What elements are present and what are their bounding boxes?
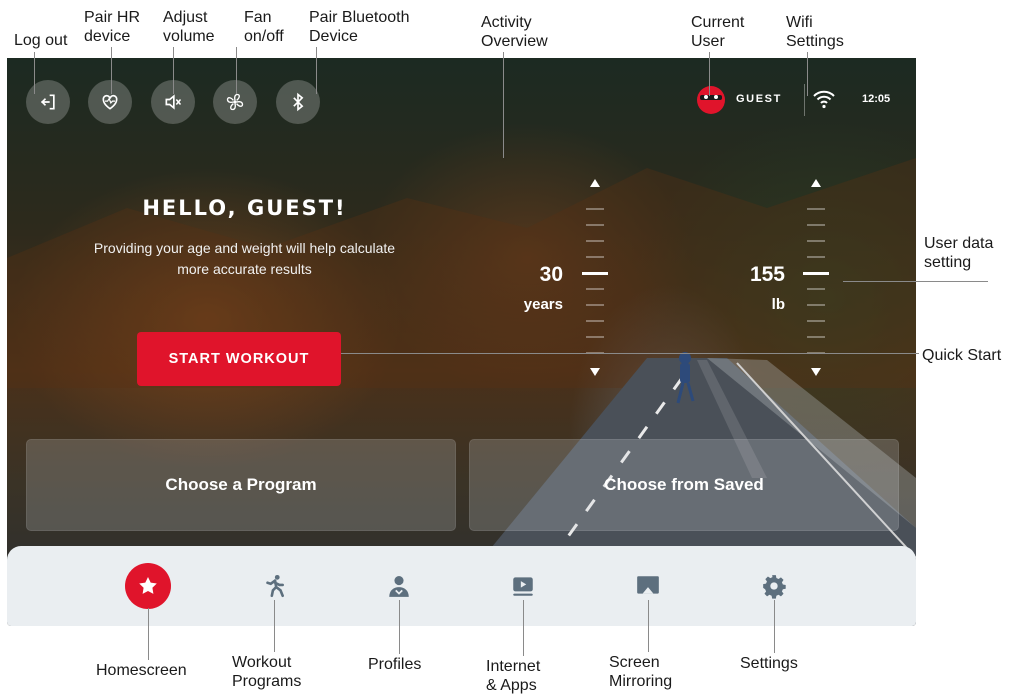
bluetooth-icon — [293, 92, 304, 112]
current-user-name[interactable]: GUEST — [736, 93, 782, 105]
age-tick — [586, 208, 604, 210]
logout-icon — [40, 94, 55, 110]
leader-activity-overview — [503, 52, 504, 158]
leader-user-data — [843, 281, 988, 282]
age-up-arrow[interactable] — [590, 179, 600, 187]
age-tick — [586, 304, 604, 306]
age-tick-active — [582, 272, 608, 275]
annotation-adjust-volume: Adjust volume — [163, 9, 215, 45]
start-workout-button[interactable]: START WORKOUT — [137, 332, 341, 386]
person-icon — [389, 576, 409, 597]
leader-current-user — [709, 52, 710, 96]
runner-icon — [266, 574, 284, 598]
age-tick — [586, 288, 604, 290]
star-icon — [139, 577, 157, 594]
screen-cast-icon — [637, 576, 659, 594]
age-value: 30 — [539, 263, 563, 286]
weight-unit: lb — [771, 296, 785, 313]
pair-hr-button[interactable] — [88, 80, 132, 124]
age-unit: years — [523, 296, 563, 313]
leader-volume — [173, 47, 174, 94]
age-tick — [586, 224, 604, 226]
annotation-user-data-setting: User data setting — [924, 235, 994, 271]
age-tick — [586, 320, 604, 322]
annotation-workout-programs: Workout Programs — [232, 654, 302, 690]
annotation-activity-overview: Activity Overview — [481, 14, 548, 50]
wifi-icon[interactable] — [813, 89, 835, 109]
fan-button[interactable] — [213, 80, 257, 124]
leader-screen-mirroring — [648, 600, 649, 652]
fan-icon — [226, 93, 244, 111]
age-tick — [586, 336, 604, 338]
annotation-internet-apps: Internet & Apps — [486, 658, 541, 694]
annotation-current-user: Current User — [691, 14, 745, 50]
weight-up-arrow[interactable] — [811, 179, 821, 187]
user-avatar-icon[interactable] — [697, 86, 725, 114]
age-tick — [586, 256, 604, 258]
choose-saved-card[interactable]: Choose from Saved — [469, 439, 899, 531]
leader-homescreen — [148, 608, 149, 660]
greeting-hint: Providing your age and weight will help … — [93, 240, 396, 277]
weight-tick — [807, 304, 825, 306]
play-icon — [513, 577, 533, 596]
annotation-log-out: Log out — [14, 32, 68, 49]
logout-button[interactable] — [26, 80, 70, 124]
weight-tick-active — [803, 272, 829, 275]
leader-pair-hr — [111, 47, 112, 94]
clock: 12:05 — [862, 93, 891, 105]
annotation-quick-start: Quick Start — [922, 347, 1002, 364]
leader-log-out — [34, 52, 35, 94]
device-screen: GUEST 12:05 HELLO, GUEST! Providing your… — [7, 58, 916, 626]
annotation-screen-mirroring: Screen Mirroring — [609, 654, 673, 690]
annotation-settings: Settings — [740, 655, 798, 672]
age-tick — [586, 240, 604, 242]
volume-mute-icon — [165, 94, 182, 110]
annotation-homescreen: Homescreen — [96, 662, 187, 679]
greeting-title: HELLO, GUEST! — [142, 196, 347, 220]
weight-tick — [807, 288, 825, 290]
leader-wifi — [807, 52, 808, 96]
weight-tick — [807, 208, 825, 210]
leader-workout-programs — [274, 600, 275, 652]
age-down-arrow[interactable] — [590, 368, 600, 376]
gear-icon — [763, 575, 786, 599]
annotation-wifi-settings: Wifi Settings — [786, 14, 844, 50]
leader-settings — [774, 600, 775, 653]
weight-tick — [807, 256, 825, 258]
status-divider — [804, 84, 805, 116]
bottom-navigation — [7, 546, 916, 626]
weight-tick — [807, 320, 825, 322]
weight-down-arrow[interactable] — [811, 368, 821, 376]
annotation-fan: Fan on/off — [244, 9, 284, 45]
leader-fan — [236, 47, 237, 94]
heart-rate-icon — [102, 94, 118, 110]
weight-value: 155 — [749, 263, 785, 286]
leader-profiles — [399, 600, 400, 654]
weight-tick — [807, 336, 825, 338]
leader-bluetooth — [316, 47, 317, 94]
annotation-pair-bluetooth: Pair Bluetooth Device — [309, 9, 410, 45]
weight-tick — [807, 240, 825, 242]
leader-quick-start — [341, 353, 919, 354]
bluetooth-button[interactable] — [276, 80, 320, 124]
weight-tick — [807, 224, 825, 226]
annotation-profiles: Profiles — [368, 656, 422, 673]
annotation-pair-hr: Pair HR device — [84, 9, 141, 45]
choose-program-card[interactable]: Choose a Program — [26, 439, 456, 531]
leader-internet-apps — [523, 600, 524, 656]
